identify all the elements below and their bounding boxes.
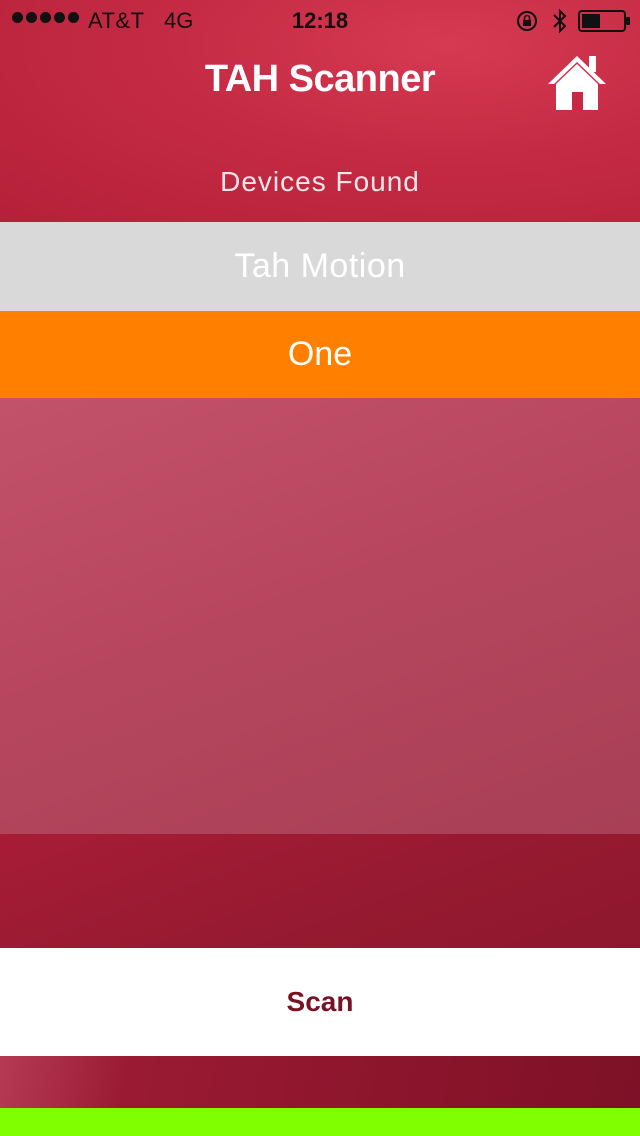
header-area: AT&T 4G 12:18 TAH Scanner Devices Found (0, 0, 640, 222)
status-time: 12:18 (291, 8, 349, 33)
device-list: Tah Motion One (0, 222, 640, 398)
bluetooth-icon (553, 8, 567, 34)
list-empty-area (0, 398, 640, 834)
lower-band (0, 834, 640, 948)
list-item[interactable]: Tah Motion (0, 222, 640, 311)
app-screen: AT&T 4G 12:18 TAH Scanner Devices Found … (0, 0, 640, 1136)
status-bar: AT&T 4G 12:18 (0, 0, 640, 40)
battery-icon (578, 10, 630, 32)
devices-found-label: Devices Found (220, 166, 420, 197)
home-icon (548, 56, 606, 110)
rotation-lock-icon (517, 11, 537, 31)
scan-button-label: Scan (286, 986, 354, 1017)
scan-button[interactable]: Scan (0, 948, 640, 1056)
device-name: One (287, 335, 353, 373)
bottom-band (0, 1056, 640, 1108)
home-button[interactable] (544, 52, 610, 114)
bottom-accent-bar (0, 1108, 640, 1136)
list-item[interactable]: One (0, 311, 640, 398)
device-name: Tah Motion (234, 247, 406, 285)
